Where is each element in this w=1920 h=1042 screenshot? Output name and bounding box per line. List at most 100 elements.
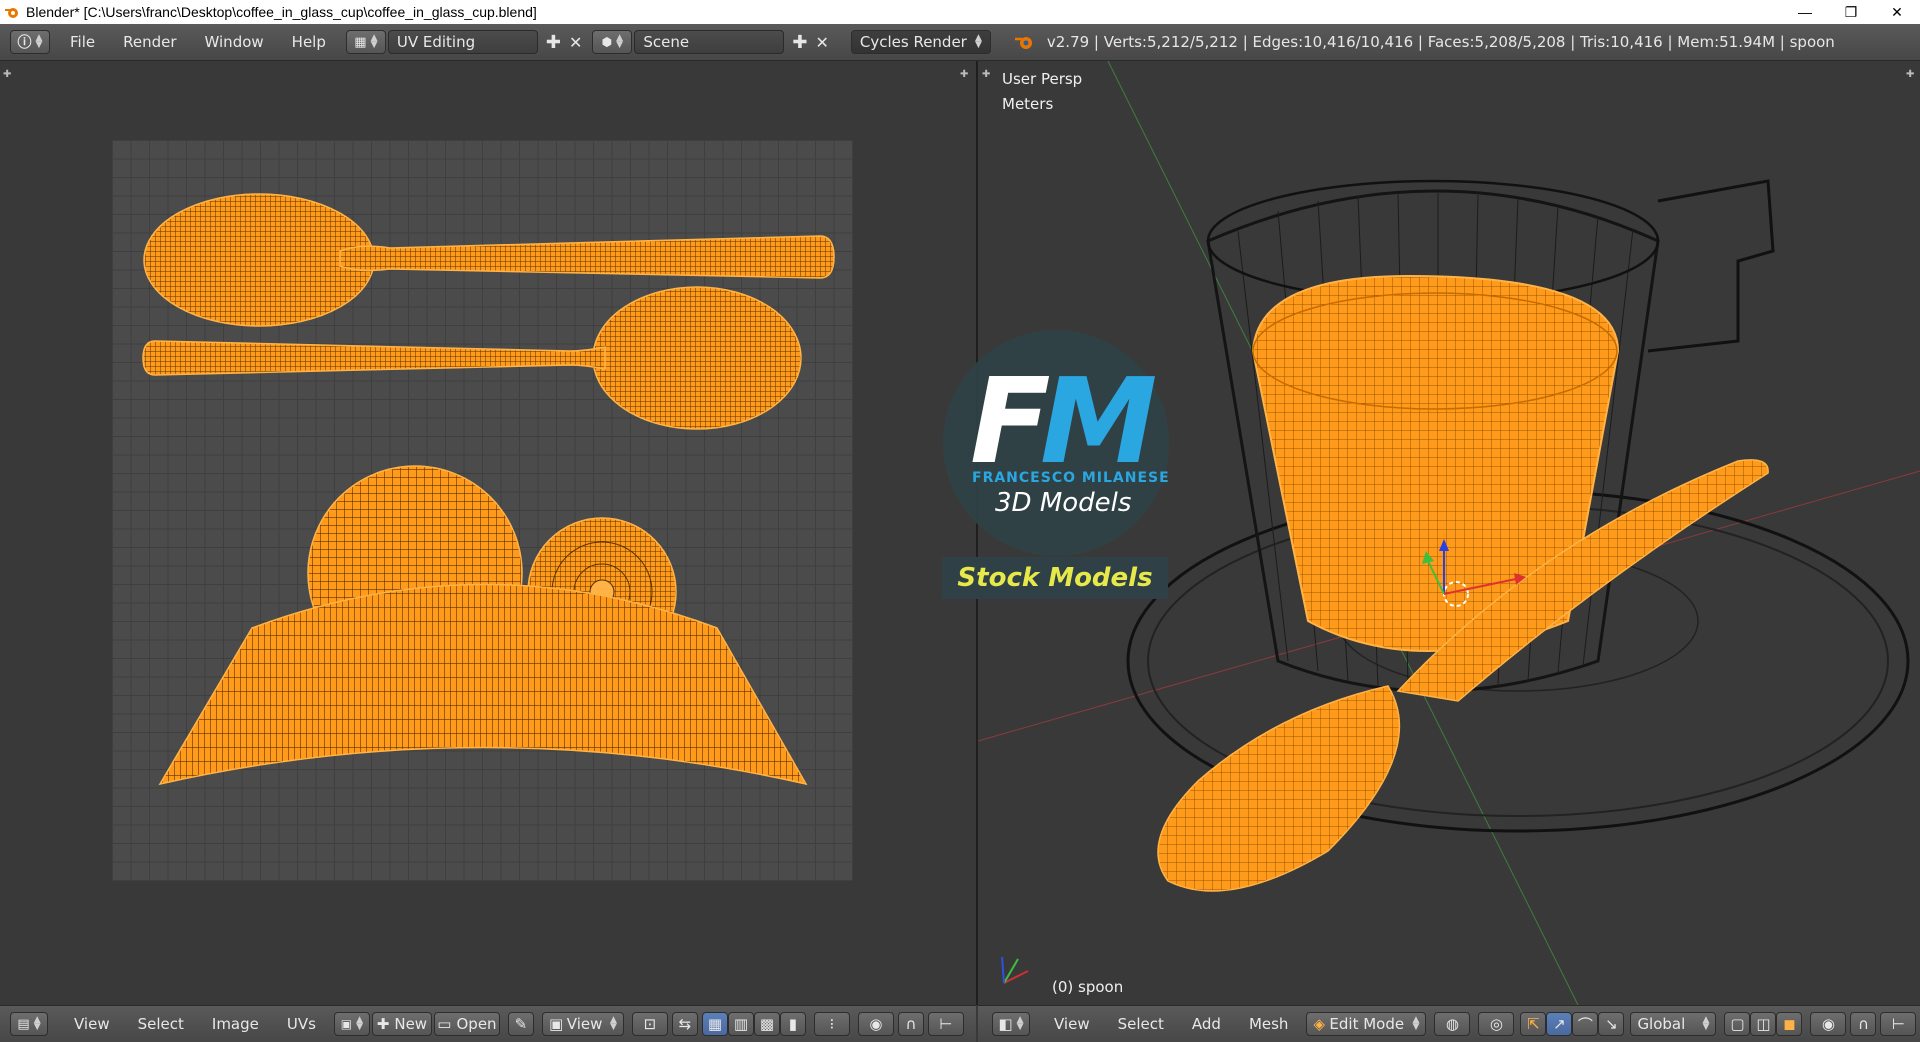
- view-axis-widget-icon: [1001, 956, 1029, 984]
- window-title: Blender* [C:\Users\franc\Desktop\coffee_…: [26, 4, 537, 20]
- vertex-select-mode-button[interactable]: ▢: [1724, 1012, 1751, 1036]
- edge-select-button[interactable]: ▥: [727, 1012, 754, 1036]
- scene-browse-button[interactable]: ⬢ ▲ ▼: [592, 30, 633, 54]
- snap-target-dropdown[interactable]: ⊢: [1880, 1012, 1917, 1036]
- menu-render[interactable]: Render: [109, 33, 190, 51]
- editor-mode-label: View: [566, 1015, 603, 1033]
- close-button[interactable]: ✕: [1874, 0, 1920, 24]
- vertex-select-button[interactable]: ▦: [701, 1012, 728, 1036]
- edge-select-mode-button[interactable]: ◫: [1750, 1012, 1777, 1036]
- snap-toggle-button[interactable]: ∩: [897, 1012, 924, 1036]
- pin-icon: ✎: [514, 1015, 528, 1033]
- editor-mode-dropdown[interactable]: ▣ View ▲ ▼: [541, 1012, 624, 1036]
- watermark-badge: Stock Models: [942, 557, 1168, 599]
- scene-icon: ⬢: [601, 35, 613, 49]
- open-image-button[interactable]: ▭ Open: [433, 1012, 500, 1036]
- rotate-manipulator-button[interactable]: ⌒: [1572, 1012, 1599, 1036]
- face-select-mode-button[interactable]: ◼: [1776, 1012, 1803, 1036]
- uv-menu-image[interactable]: Image: [198, 1015, 273, 1033]
- pin-image-button[interactable]: ✎: [507, 1012, 534, 1036]
- add-scene-icon[interactable]: ✚: [792, 32, 807, 53]
- sticky-select-icon: ⁝: [829, 1015, 835, 1033]
- edit-mode-icon: ◈: [1313, 1015, 1325, 1033]
- transform-orientation-label: Global: [1637, 1015, 1686, 1033]
- watermark-tagline: 3D Models: [995, 488, 1132, 518]
- rotate-arc-icon: ⌒: [1577, 1015, 1593, 1034]
- pivot-dropdown[interactable]: ⊡: [631, 1012, 668, 1036]
- menu-file[interactable]: File: [56, 33, 109, 51]
- manipulator-toggle-button[interactable]: ⇱: [1520, 1012, 1547, 1036]
- chevron-updown-icon: ▲ ▼: [1412, 1015, 1420, 1032]
- manipulator-icon: ⇱: [1527, 1015, 1540, 1033]
- render-engine-dropdown[interactable]: Cycles Render ▲ ▼: [850, 30, 991, 54]
- new-image-label: New: [394, 1015, 428, 1033]
- snap-target-icon: ⊢: [1891, 1015, 1905, 1033]
- sync-selection-button[interactable]: ⇆: [671, 1012, 698, 1036]
- vertex-mode-icon: ▢: [1730, 1015, 1745, 1033]
- image-browse-button[interactable]: ▣ ▲ ▼: [333, 1012, 370, 1036]
- chevron-updown-icon: ▲ ▼: [370, 33, 378, 50]
- info-header: ⓘ ▲ ▼ File Render Window Help ▦ ▲ ▼ UV Edi…: [0, 24, 1920, 61]
- image-icon: ▣: [340, 1017, 353, 1031]
- shading-sphere-icon: ◍: [1445, 1015, 1459, 1033]
- remove-scene-icon[interactable]: ✕: [815, 33, 828, 52]
- vp-menu-view[interactable]: View: [1040, 1015, 1104, 1033]
- restore-button[interactable]: ❐: [1828, 0, 1874, 24]
- uv-islands[interactable]: [0, 61, 976, 1005]
- screen-layout-field[interactable]: UV Editing: [387, 30, 538, 54]
- magnet-icon: ∩: [905, 1015, 917, 1033]
- scene-field[interactable]: Scene: [634, 30, 785, 54]
- vp-menu-select[interactable]: Select: [1104, 1015, 1178, 1033]
- sync-icon: ⇆: [678, 1015, 692, 1033]
- scene-statistics: v2.79 | Verts:5,212/5,212 | Edges:10,416…: [1046, 33, 1835, 51]
- uv-menu-select[interactable]: Select: [124, 1015, 198, 1033]
- chevron-updown-icon: ▲ ▼: [1702, 1015, 1710, 1032]
- editor-type-3d-button[interactable]: ◧ ▲ ▼: [992, 1012, 1030, 1036]
- add-screen-icon[interactable]: ✚: [546, 32, 561, 53]
- uv-menu-view[interactable]: View: [60, 1015, 124, 1033]
- new-image-button[interactable]: ✚ New: [371, 1012, 432, 1036]
- screen-layout-name: UV Editing: [396, 33, 476, 51]
- interaction-mode-dropdown[interactable]: ◈ Edit Mode ▲ ▼: [1306, 1012, 1427, 1036]
- uv-image-editor[interactable]: ✚ ✚: [0, 61, 976, 1005]
- pivot-point-dropdown[interactable]: ◎: [1478, 1012, 1515, 1036]
- vp-menu-mesh[interactable]: Mesh: [1235, 1015, 1303, 1033]
- uv-menu-uvs[interactable]: UVs: [273, 1015, 330, 1033]
- uv-island-cup-wall[interactable]: [158, 583, 808, 786]
- snap-button[interactable]: ∩: [1850, 1012, 1877, 1036]
- menu-help[interactable]: Help: [278, 33, 340, 51]
- viewport-footer: ◧ ▲ ▼ View Select Add Mesh ◈ Edit Mode ▲ ▼…: [978, 1005, 1920, 1042]
- scale-manipulator-button[interactable]: ↘: [1598, 1012, 1625, 1036]
- island-select-button[interactable]: ▮: [779, 1012, 806, 1036]
- island-select-icon: ▮: [788, 1015, 798, 1033]
- chevron-updown-icon: ▲ ▼: [616, 33, 624, 50]
- minimize-button[interactable]: —: [1782, 0, 1828, 24]
- screen-layout-browse-button[interactable]: ▦ ▲ ▼: [345, 30, 386, 54]
- proportional-edit-dropdown[interactable]: ◉: [857, 1012, 894, 1036]
- translate-manipulator-button[interactable]: ↗: [1546, 1012, 1573, 1036]
- folder-icon: ▭: [437, 1015, 452, 1033]
- window-titlebar: Blender* [C:\Users\franc\Desktop\coffee_…: [0, 0, 1920, 24]
- menu-window[interactable]: Window: [191, 33, 278, 51]
- proportional-edit-icon: ◉: [869, 1015, 883, 1033]
- editor-type-uv-button[interactable]: ▤ ▲ ▼: [10, 1012, 48, 1036]
- viewport-shading-dropdown[interactable]: ◍: [1434, 1012, 1471, 1036]
- face-select-icon: ▩: [759, 1015, 775, 1033]
- scale-icon: ↘: [1605, 1015, 1618, 1033]
- info-icon: ⓘ: [17, 35, 32, 51]
- watermark-brand: FRANCESCO MILANESE: [972, 470, 1170, 486]
- view-mode-icon: ▣: [548, 1015, 564, 1033]
- chevron-updown-icon: ▲ ▼: [1016, 1015, 1024, 1032]
- 3d-view-icon: ◧: [998, 1015, 1013, 1033]
- chevron-updown-icon: ▲ ▼: [610, 1015, 617, 1032]
- remove-screen-icon[interactable]: ✕: [569, 33, 582, 52]
- sticky-select-dropdown[interactable]: ⁝: [813, 1012, 850, 1036]
- face-select-button[interactable]: ▩: [753, 1012, 780, 1036]
- blender-logo-icon: [5, 8, 18, 18]
- magnet-icon: ∩: [1857, 1015, 1869, 1033]
- vp-menu-add[interactable]: Add: [1178, 1015, 1235, 1033]
- proportional-editing-dropdown[interactable]: ◉: [1810, 1012, 1847, 1036]
- transform-orientation-dropdown[interactable]: Global ▲ ▼: [1630, 1012, 1717, 1036]
- editor-type-info-button[interactable]: ⓘ ▲ ▼: [10, 30, 50, 54]
- snap-element-dropdown[interactable]: ⊢: [927, 1012, 964, 1036]
